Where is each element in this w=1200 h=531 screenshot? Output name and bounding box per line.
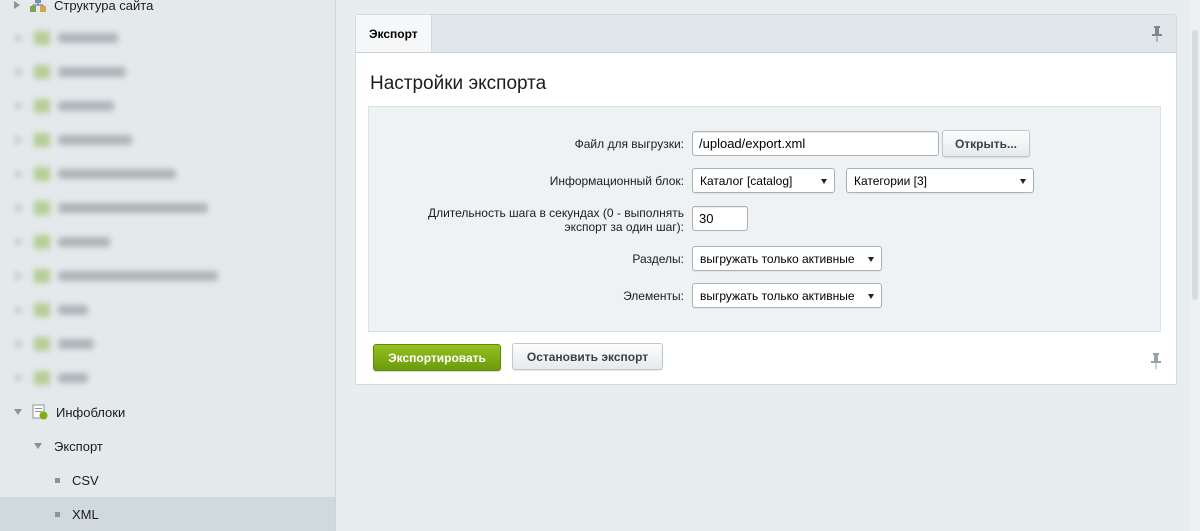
select-value: Каталог [catalog] — [700, 173, 793, 188]
sidebar-item-blurred[interactable] — [0, 259, 335, 293]
sidebar-item-label: CSV — [72, 472, 99, 488]
main-content: Экспорт Настройки экспорта Файл для выгр… — [355, 14, 1177, 385]
sidebar-item-label: Экспорт — [54, 438, 103, 454]
sidebar-item-blurred[interactable] — [0, 123, 335, 157]
chevron-down-icon[interactable] — [34, 443, 42, 449]
sections-label: Разделы: — [632, 252, 684, 266]
scrollbar-thumb[interactable] — [1192, 30, 1198, 300]
pin-icon[interactable] — [1151, 353, 1161, 369]
select-value: выгружать только активные — [700, 288, 855, 303]
pin-icon[interactable] — [1152, 26, 1162, 42]
step-label: Длительность шага в секундах (0 - выполн… — [428, 206, 684, 234]
sidebar-item-export[interactable]: Экспорт — [0, 429, 335, 463]
bullet-icon — [55, 511, 60, 517]
sidebar-item-blurred[interactable] — [0, 89, 335, 123]
iblock-select[interactable]: Категории [3] — [846, 168, 1034, 193]
bullet-icon — [55, 477, 60, 483]
sidebar-item-blurred[interactable] — [0, 21, 335, 55]
sidebar-item-site-structure[interactable]: Структура сайта — [0, 0, 335, 22]
sidebar-item-blurred[interactable] — [0, 225, 335, 259]
chevron-down-icon[interactable] — [14, 409, 22, 415]
file-input[interactable]: /upload/export.xml — [692, 131, 939, 156]
dropdown-caret-icon — [1020, 179, 1026, 184]
sidebar-item-blurred[interactable] — [0, 157, 335, 191]
iblocks-icon — [32, 404, 48, 420]
elements-select[interactable]: выгружать только активные — [692, 283, 882, 308]
sidebar-item-blurred[interactable] — [0, 293, 335, 327]
select-value: Категории [3] — [854, 173, 927, 188]
export-settings-panel: Настройки экспорта Файл для выгрузки: /u… — [355, 52, 1177, 385]
elements-label: Элементы: — [623, 289, 684, 303]
chevron-right-icon[interactable] — [14, 1, 20, 9]
sidebar-item-label: Структура сайта — [54, 0, 154, 13]
stop-export-button[interactable]: Остановить экспорт — [512, 343, 663, 370]
step-label-line1: Длительность шага в секундах (0 - выполн… — [427, 206, 684, 220]
sidebar-item-iblocks[interactable]: Инфоблоки — [0, 395, 335, 429]
dropdown-caret-icon — [821, 179, 827, 184]
sidebar: Структура сайта Инфоблоки Экспорт CSV XM… — [0, 0, 336, 531]
sidebar-item-blurred[interactable] — [0, 55, 335, 89]
dropdown-caret-icon — [868, 257, 874, 262]
sidebar-item-label: XML — [72, 506, 99, 522]
iblock-label: Информационный блок: — [549, 174, 684, 188]
form-area: Файл для выгрузки: /upload/export.xml От… — [368, 106, 1161, 332]
select-value: выгружать только активные — [700, 251, 855, 266]
panel-title: Настройки экспорта — [370, 73, 547, 94]
sidebar-item-xml[interactable]: XML — [0, 497, 335, 531]
step-label-line2: экспорт за один шаг): — [564, 220, 684, 234]
iblock-type-select[interactable]: Каталог [catalog] — [692, 168, 835, 193]
sidebar-item-blurred[interactable] — [0, 191, 335, 225]
export-button[interactable]: Экспортировать — [373, 344, 501, 371]
site-structure-icon — [30, 0, 46, 12]
tab-bar: Экспорт — [355, 14, 1177, 53]
sidebar-item-blurred[interactable] — [0, 327, 335, 361]
sidebar-item-csv[interactable]: CSV — [0, 463, 335, 497]
sidebar-item-blurred[interactable] — [0, 361, 335, 395]
sidebar-item-label: Инфоблоки — [56, 404, 126, 420]
sections-select[interactable]: выгружать только активные — [692, 246, 882, 271]
step-input[interactable]: 30 — [692, 206, 748, 231]
file-label: Файл для выгрузки: — [574, 137, 684, 151]
tab-export[interactable]: Экспорт — [356, 15, 432, 53]
dropdown-caret-icon — [868, 294, 874, 299]
open-button[interactable]: Открыть... — [942, 130, 1030, 157]
